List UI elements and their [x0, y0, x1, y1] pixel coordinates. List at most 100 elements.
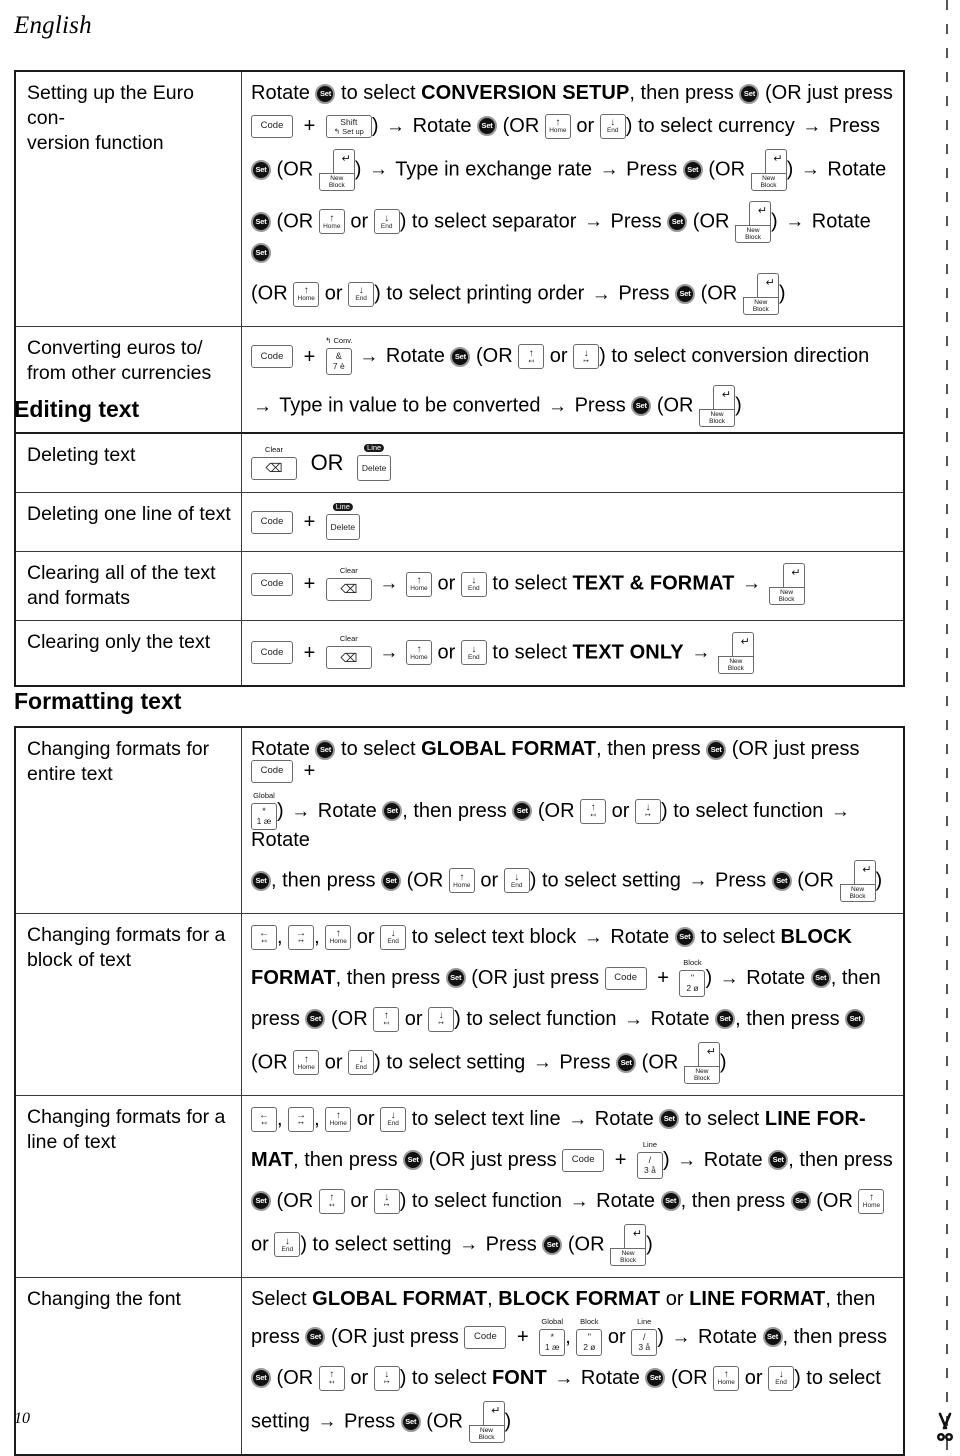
clear-backspace-key[interactable]: ⌫ [251, 456, 297, 480]
home-key[interactable]: ↑ Home [713, 1365, 740, 1391]
end-key[interactable]: ↓ End [380, 1106, 407, 1132]
code-key[interactable]: Code [562, 1148, 605, 1172]
home-key[interactable]: ↑ Home [293, 1050, 320, 1076]
code-key[interactable]: Code [251, 572, 293, 596]
set-dial-button[interactable]: Set [512, 801, 533, 822]
right-arrow-key[interactable]: → ↦ [288, 1106, 315, 1132]
down-small-arrow-key[interactable]: ↓ ↦ [573, 344, 600, 370]
up-small-arrow-key[interactable]: ↑ ↤ [318, 1365, 345, 1391]
set-dial-button[interactable]: Set [739, 83, 760, 104]
set-dial-button[interactable]: Set [667, 211, 688, 232]
home-key[interactable]: ↑ Home [293, 281, 320, 307]
code-key[interactable]: Code [251, 641, 293, 665]
home-key[interactable]: ↑ Home [325, 924, 352, 950]
set-dial-button[interactable]: Set [381, 870, 402, 891]
set-dial-button[interactable]: Set [715, 1009, 736, 1030]
down-small-arrow-key[interactable]: ↓ ↦ [373, 1188, 400, 1214]
new-block-key[interactable]: ↵ New Block [750, 148, 787, 191]
shift-setup-key[interactable]: Shift ↰ Set up [325, 114, 372, 138]
block-2-key[interactable]: " 2 ø [576, 1328, 603, 1356]
set-dial-button[interactable]: Set [659, 1109, 680, 1130]
set-dial-button[interactable]: Set [706, 739, 727, 760]
set-dial-button[interactable]: Set [542, 1234, 563, 1255]
end-key[interactable]: ↓ End [348, 1050, 375, 1076]
set-dial-button[interactable]: Set [251, 1191, 271, 1212]
new-block-key[interactable]: ↵ New Block [610, 1223, 647, 1266]
set-dial-button[interactable]: Set [445, 968, 466, 989]
end-key[interactable]: ↓ End [380, 924, 407, 950]
up-small-arrow-key[interactable]: ↑ ↤ [518, 344, 545, 370]
home-key[interactable]: ↑ Home [858, 1188, 885, 1214]
set-dial-button[interactable]: Set [450, 346, 471, 367]
set-dial-button[interactable]: Set [762, 1327, 783, 1348]
conv-7-key[interactable]: & 7 è [325, 348, 352, 376]
down-small-arrow-key[interactable]: ↓ ↦ [428, 1006, 455, 1032]
home-key[interactable]: ↑ Home [325, 1106, 352, 1132]
code-key[interactable]: Code [251, 345, 293, 369]
right-arrow-key[interactable]: → ↦ [288, 924, 315, 950]
set-dial-button[interactable]: Set [251, 870, 271, 891]
end-key[interactable]: ↓ End [599, 113, 626, 139]
set-dial-button[interactable]: Set [403, 1150, 424, 1171]
clear-backspace-key[interactable]: ⌫ [325, 577, 372, 601]
end-key[interactable]: ↓ End [348, 281, 375, 307]
clear-backspace-key[interactable]: ⌫ [325, 646, 372, 670]
set-dial-button[interactable]: Set [845, 1009, 866, 1030]
code-key[interactable]: Code [604, 966, 647, 990]
set-dial-button[interactable]: Set [315, 83, 336, 104]
delete-key[interactable]: Delete [357, 455, 392, 481]
set-dial-button[interactable]: Set [251, 159, 271, 180]
new-block-key[interactable]: ↵ New Block [742, 273, 779, 316]
set-dial-button[interactable]: Set [768, 1150, 789, 1171]
code-key[interactable]: Code [251, 114, 293, 138]
home-key[interactable]: ↑ Home [448, 868, 475, 894]
set-dial-button[interactable]: Set [251, 211, 271, 232]
new-block-key[interactable]: ↵ New Block [699, 385, 736, 428]
end-key[interactable]: ↓ End [460, 571, 487, 597]
set-dial-button[interactable]: Set [660, 1191, 681, 1212]
set-dial-button[interactable]: Set [400, 1411, 421, 1432]
end-key[interactable]: ↓ End [503, 868, 530, 894]
set-dial-button[interactable]: Set [682, 159, 703, 180]
new-block-key[interactable]: ↵ New Block [839, 859, 876, 902]
home-key[interactable]: ↑ Home [405, 571, 432, 597]
set-dial-button[interactable]: Set [790, 1191, 811, 1212]
end-key[interactable]: ↓ End [460, 640, 487, 666]
code-key[interactable]: Code [251, 510, 293, 534]
end-key[interactable]: ↓ End [768, 1365, 795, 1391]
new-block-key[interactable]: ↵ New Block [717, 631, 754, 674]
set-dial-button[interactable]: Set [771, 870, 792, 891]
set-dial-button[interactable]: Set [382, 801, 403, 822]
up-small-arrow-key[interactable]: ↑ ↤ [373, 1006, 400, 1032]
end-key[interactable]: ↓ End [274, 1232, 301, 1258]
new-block-key[interactable]: ↵ New Block [683, 1041, 720, 1084]
new-block-key[interactable]: ↵ New Block [735, 200, 772, 243]
new-block-key[interactable]: ↵ New Block [768, 563, 805, 605]
down-small-arrow-key[interactable]: ↓ ↦ [373, 1365, 400, 1391]
set-dial-button[interactable]: Set [251, 243, 271, 264]
global-1-key[interactable]: * 1 æ [251, 802, 277, 830]
set-dial-button[interactable]: Set [305, 1327, 326, 1348]
home-key[interactable]: ↑ Home [544, 113, 571, 139]
new-block-key[interactable]: ↵ New Block [468, 1400, 505, 1443]
block-2-key[interactable]: " 2 ø [679, 969, 706, 997]
home-key[interactable]: ↑ Home [318, 209, 345, 235]
set-dial-button[interactable]: Set [616, 1052, 637, 1073]
code-key[interactable]: Code [251, 759, 293, 783]
set-dial-button[interactable]: Set [810, 968, 831, 989]
end-key[interactable]: ↓ End [373, 209, 400, 235]
set-dial-button[interactable]: Set [305, 1009, 326, 1030]
set-dial-button[interactable]: Set [674, 927, 695, 948]
down-small-arrow-key[interactable]: ↓ ↦ [635, 798, 662, 824]
line-3-key[interactable]: /3 å [636, 1151, 663, 1179]
new-block-key[interactable]: ↵ New Block [318, 148, 355, 191]
set-dial-button[interactable]: Set [251, 1368, 271, 1389]
delete-key[interactable]: Delete [325, 514, 360, 540]
set-dial-button[interactable]: Set [645, 1368, 666, 1389]
line-3-key[interactable]: /3 å [631, 1328, 658, 1356]
up-small-arrow-key[interactable]: ↑ ↤ [318, 1188, 345, 1214]
set-dial-button[interactable]: Set [477, 116, 498, 137]
set-dial-button[interactable]: Set [675, 284, 696, 305]
set-dial-button[interactable]: Set [631, 396, 652, 417]
set-dial-button[interactable]: Set [315, 739, 336, 760]
